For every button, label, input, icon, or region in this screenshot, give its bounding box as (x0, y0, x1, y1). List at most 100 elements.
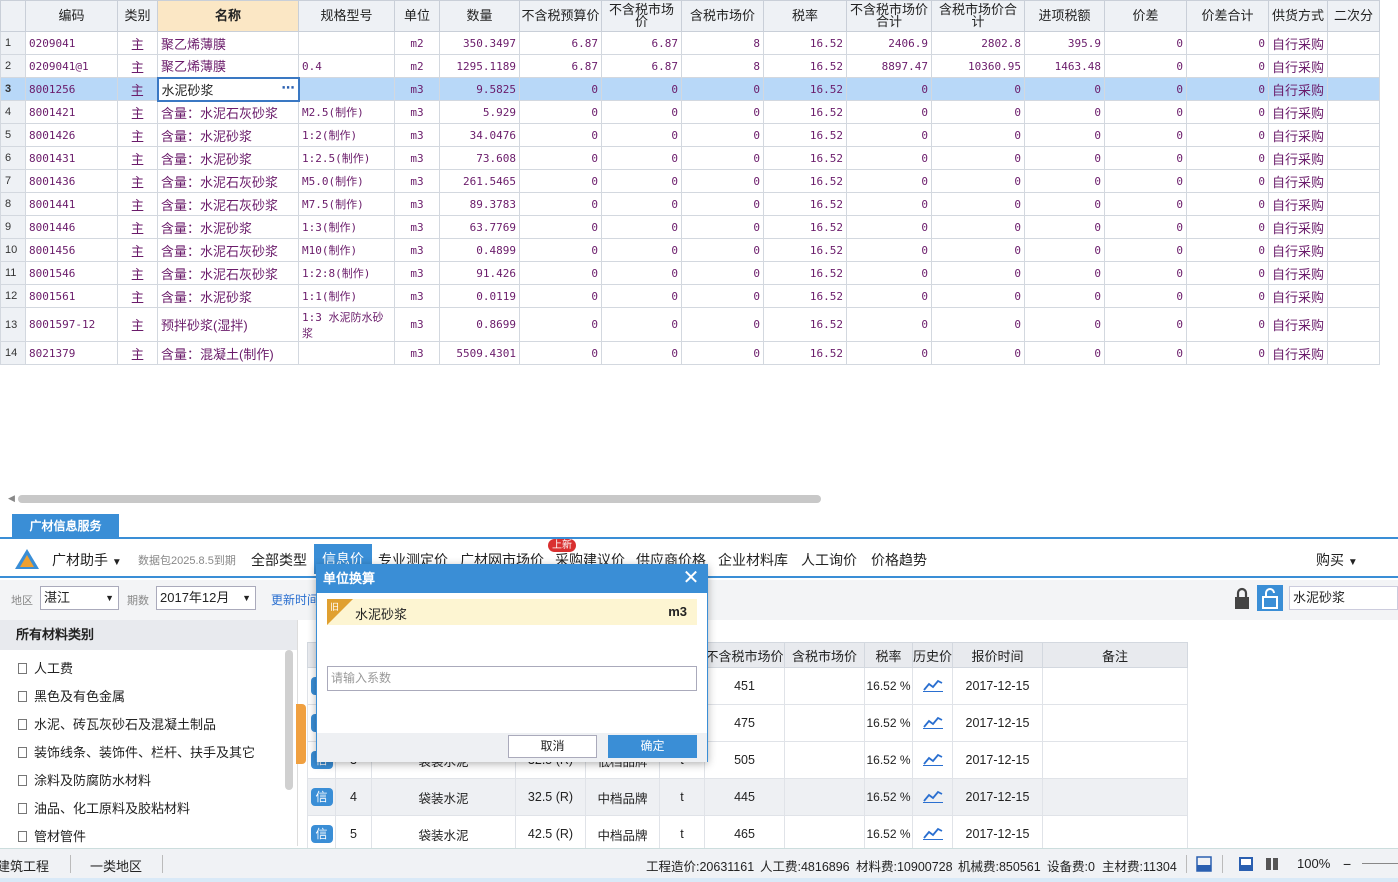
table-row[interactable]: 2 0209041@1 主聚乙烯薄膜 0.4 m2 1295.1189 6.87 6.87 8 1… (0, 54, 1381, 78)
cell-market[interactable]: 0 (601, 284, 682, 308)
category-item[interactable]: 人工费 (18, 658, 73, 677)
column-header[interactable]: 不含税预算价 (519, 0, 602, 32)
cell-tax-market[interactable]: 0 (681, 215, 764, 239)
cell-secondary[interactable] (1327, 307, 1381, 342)
cell-qty[interactable]: 0.8699 (439, 307, 520, 342)
cell-secondary[interactable] (1327, 215, 1381, 239)
cell-sum-notax[interactable]: 0 (846, 123, 932, 147)
row-number[interactable]: 6 (0, 146, 26, 170)
row-number[interactable]: 10 (0, 238, 26, 262)
cell-secondary[interactable] (1327, 284, 1381, 308)
update-time-link[interactable]: 更新时间 (271, 591, 319, 608)
cell-cat[interactable]: 主 (117, 341, 158, 365)
cell-supply[interactable]: 自行采购 (1267, 238, 1329, 262)
category-item[interactable]: 黑色及有色金属 (18, 686, 125, 705)
cell-diff-sum[interactable]: 0 (1186, 169, 1269, 193)
split-view-icon[interactable] (1264, 856, 1280, 872)
cell-tax-market[interactable]: 0 (681, 261, 764, 285)
cell-cat[interactable]: 主 (117, 307, 158, 342)
region-select[interactable]: 湛江 ▼ (40, 586, 119, 610)
column-header[interactable]: 含税市场价 (784, 642, 865, 668)
material-name[interactable]: 袋装水泥 (371, 815, 516, 848)
cell-input-tax[interactable]: 0 (1024, 100, 1105, 124)
cell-code[interactable]: 0209041@1 (25, 54, 118, 78)
tab-material-info-service[interactable]: 广材信息服务 (12, 514, 119, 538)
price-tax[interactable] (784, 741, 865, 779)
cell-input-tax[interactable]: 0 (1024, 238, 1105, 262)
cell-budget[interactable]: 0 (519, 192, 602, 216)
cell-diff[interactable]: 0 (1104, 54, 1187, 78)
history-cell[interactable] (912, 704, 953, 742)
cell-rate[interactable]: 16.52 (763, 100, 847, 124)
cell-tax-market[interactable]: 0 (681, 341, 764, 365)
column-header[interactable]: 名称 (157, 0, 299, 32)
material-name[interactable]: 袋装水泥 (371, 778, 516, 816)
cell-secondary[interactable] (1327, 77, 1381, 101)
cell-rate[interactable]: 16.52 (763, 215, 847, 239)
material-spec[interactable]: 42.5 (R) (515, 815, 586, 848)
cell-secondary[interactable] (1327, 169, 1381, 193)
cell-diff-sum[interactable]: 0 (1186, 100, 1269, 124)
material-brand[interactable]: 中档品牌 (585, 815, 660, 848)
column-header[interactable]: 不含税市场价合计 (846, 0, 932, 32)
cell-supply[interactable]: 自行采购 (1267, 192, 1329, 216)
cell-cat[interactable]: 主 (117, 261, 158, 285)
cell-unit[interactable]: m2 (394, 54, 440, 78)
lock-icon[interactable] (1232, 587, 1252, 611)
cell-secondary[interactable] (1327, 100, 1381, 124)
cell-cat[interactable]: 主 (117, 77, 158, 101)
cell-input-tax[interactable]: 0 (1024, 146, 1105, 170)
price-tax[interactable] (784, 778, 865, 816)
row-number[interactable]: 9 (0, 215, 26, 239)
cell-rate[interactable]: 16.52 (763, 238, 847, 262)
cell-budget[interactable]: 0 (519, 238, 602, 262)
history-cell[interactable] (912, 741, 953, 779)
cell-diff-sum[interactable]: 0 (1186, 192, 1269, 216)
price-tax[interactable] (784, 667, 865, 705)
cell-code[interactable]: 8001426 (25, 123, 118, 147)
price-tax[interactable] (784, 815, 865, 848)
cell-code[interactable]: 8001256 (25, 77, 118, 101)
cell-code[interactable]: 8001446 (25, 215, 118, 239)
cell-market[interactable]: 0 (601, 169, 682, 193)
cell-qty[interactable]: 73.608 (439, 146, 520, 170)
cell-market[interactable]: 0 (601, 192, 682, 216)
cell-sum-tax[interactable]: 0 (931, 77, 1025, 101)
cell-diff[interactable]: 0 (1104, 123, 1187, 147)
cell-input-tax[interactable]: 0 (1024, 307, 1105, 342)
tab-enterprise-library[interactable]: 企业材料库 (718, 550, 788, 570)
cell-market[interactable]: 0 (601, 261, 682, 285)
cell-rate[interactable]: 16.52 (763, 307, 847, 342)
period-select[interactable]: 2017年12月 ▼ (156, 586, 256, 610)
cell-sum-tax[interactable]: 0 (931, 341, 1025, 365)
cell-diff-sum[interactable]: 0 (1186, 215, 1269, 239)
cell-budget[interactable]: 0 (519, 284, 602, 308)
table-row[interactable]: 5 8001426 主含量：水泥砂浆 1:2(制作) m3 34.0476 0 0 0 16.52… (0, 123, 1381, 147)
cell-diff[interactable]: 0 (1104, 341, 1187, 365)
cell-sum-notax[interactable]: 0 (846, 215, 932, 239)
cell-cat[interactable]: 主 (117, 54, 158, 78)
cell-sum-tax[interactable]: 0 (931, 307, 1025, 342)
unlock-icon[interactable] (1257, 585, 1283, 611)
cell-secondary[interactable] (1327, 146, 1381, 170)
buy-menu[interactable]: 购买 ▼ (1316, 550, 1358, 570)
cell-tax-market[interactable]: 0 (681, 169, 764, 193)
cell-sum-tax[interactable]: 0 (931, 169, 1025, 193)
cell-supply[interactable]: 自行采购 (1267, 307, 1329, 342)
cell-sum-tax[interactable]: 0 (931, 261, 1025, 285)
cell-input-tax[interactable]: 0 (1024, 192, 1105, 216)
trend-chart-icon[interactable] (922, 826, 943, 840)
cell-supply[interactable]: 自行采购 (1267, 146, 1329, 170)
price-notax[interactable]: 475 (704, 704, 785, 742)
cell-diff[interactable]: 0 (1104, 238, 1187, 262)
cell-qty[interactable]: 9.5825 (439, 77, 520, 101)
cell-name[interactable]: 水泥砂浆 ⋯ (156, 76, 300, 102)
column-header[interactable]: 含税市场价 (681, 0, 764, 32)
cell-sum-notax[interactable]: 0 (846, 77, 932, 101)
cell-code[interactable]: 8001456 (25, 238, 118, 262)
cell-rate[interactable]: 16.52 (763, 192, 847, 216)
category-item[interactable]: 涂料及防腐防水材料 (18, 770, 151, 789)
cell-diff[interactable]: 0 (1104, 192, 1187, 216)
row-number[interactable]: 4 (0, 100, 26, 124)
cell-spec[interactable]: 1:2.5(制作) (298, 146, 395, 170)
